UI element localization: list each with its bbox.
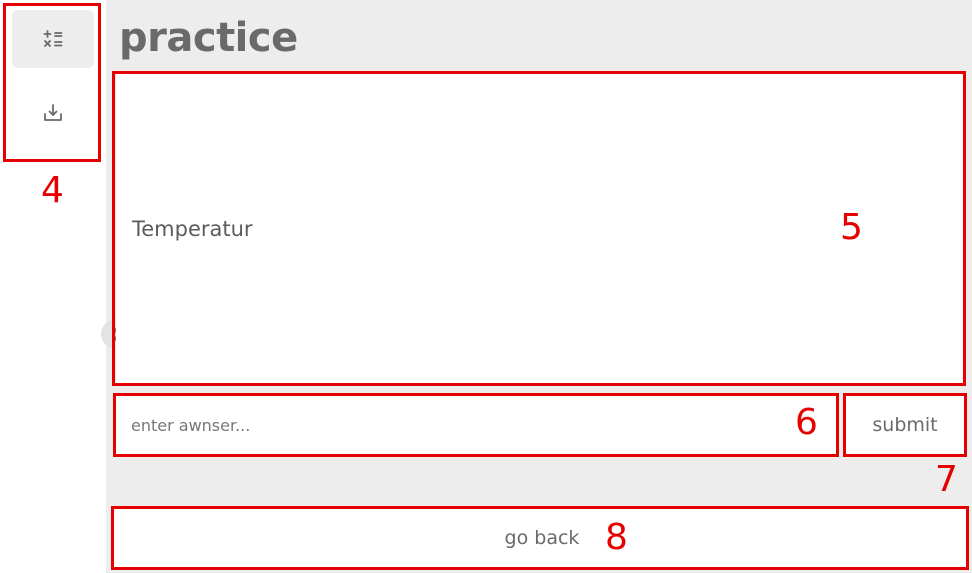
- download-button[interactable]: [12, 84, 94, 142]
- answer-input[interactable]: [116, 396, 836, 454]
- download-icon: [44, 104, 62, 121]
- question-text: Temperatur: [132, 217, 253, 241]
- go-back-button[interactable]: go back: [114, 509, 966, 567]
- sidebar: [0, 0, 106, 573]
- submit-button[interactable]: submit: [846, 396, 964, 454]
- page-title: practice: [119, 15, 298, 61]
- annotation-number-7: 7: [935, 459, 958, 500]
- math-practice-button[interactable]: [12, 10, 94, 68]
- question-card: Temperatur: [116, 74, 964, 383]
- calculator-icon: [43, 30, 63, 47]
